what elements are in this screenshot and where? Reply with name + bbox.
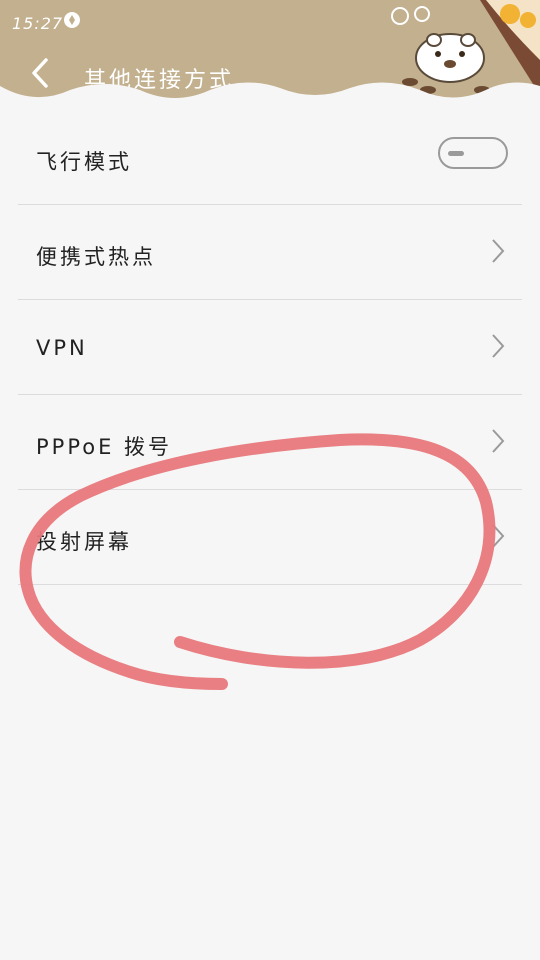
status-time: 15:27	[12, 14, 64, 33]
airplane-mode-toggle[interactable]	[438, 137, 508, 169]
settings-item-pppoe[interactable]: PPPoE 拨号	[18, 395, 522, 490]
chevron-right-icon	[492, 334, 505, 358]
chevron-right-icon	[492, 239, 505, 263]
settings-item-label: 便携式热点	[36, 245, 156, 269]
toggle-knob	[448, 151, 464, 156]
settings-item-vpn[interactable]: VPN	[18, 300, 522, 395]
settings-item-cast-screen[interactable]: 投射屏幕	[18, 490, 522, 585]
chevron-right-icon	[492, 524, 505, 548]
settings-item-label: PPPoE 拨号	[36, 435, 173, 459]
settings-item-airplane-mode[interactable]: 飞行模式	[18, 110, 522, 205]
settings-item-label: 投射屏幕	[36, 530, 132, 554]
settings-item-hotspot[interactable]: 便携式热点	[18, 205, 522, 300]
sync-icon	[64, 12, 80, 28]
header-wave-divider	[0, 82, 540, 110]
chevron-right-icon	[492, 429, 505, 453]
settings-list: 飞行模式 便携式热点 VPN PPPoE 拨号 投射屏幕	[0, 110, 540, 585]
settings-item-label: VPN	[36, 336, 88, 360]
settings-item-label: 飞行模式	[36, 150, 132, 174]
